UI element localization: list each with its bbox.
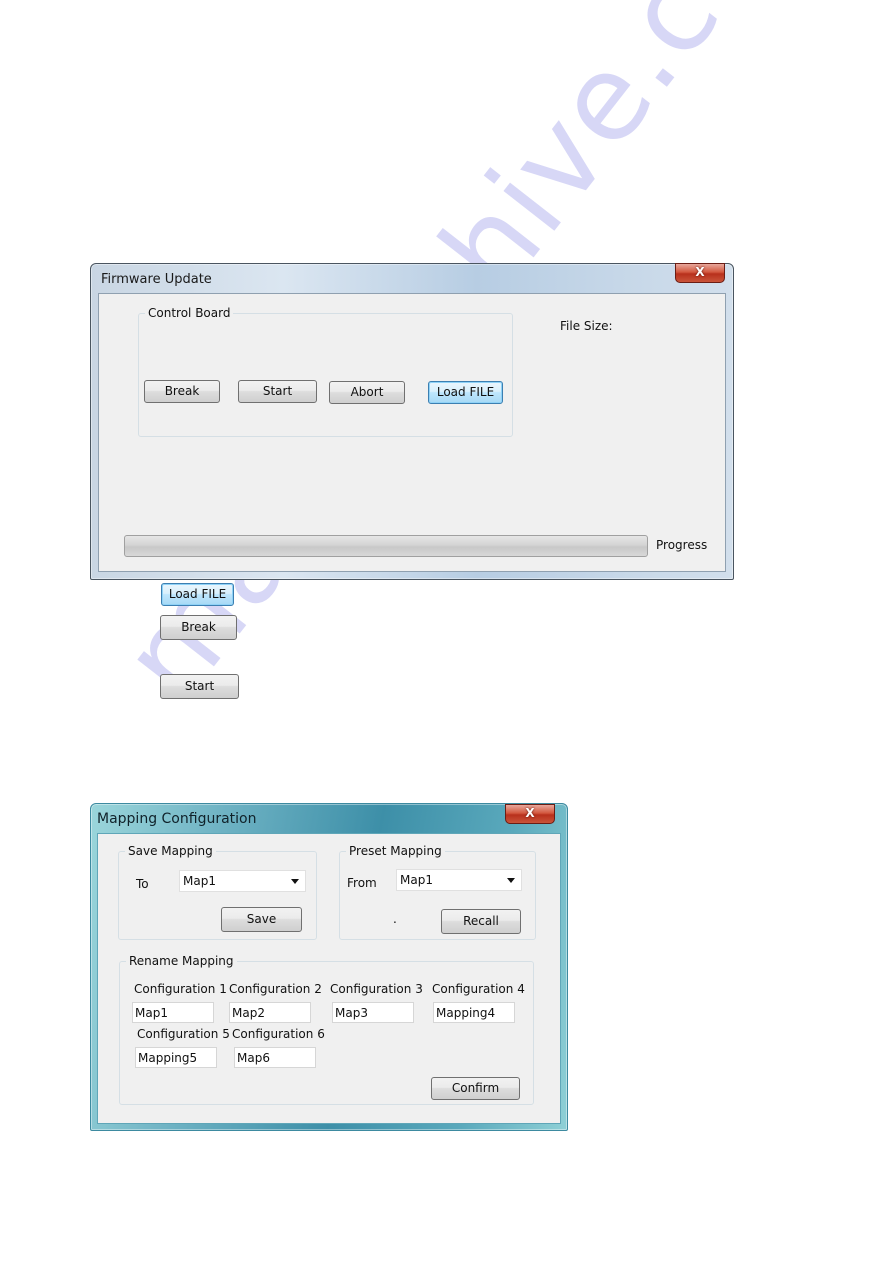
close-button[interactable]: X: [505, 804, 555, 824]
configuration-1-label: Configuration 1: [134, 982, 227, 996]
start-button[interactable]: Start: [238, 380, 317, 403]
save-to-dropdown[interactable]: Map1: [179, 870, 306, 892]
from-label: From: [347, 876, 377, 890]
selected-value: Map1: [400, 873, 433, 887]
selected-value: Map1: [183, 874, 216, 888]
control-board-group: Control Board: [138, 306, 513, 437]
chevron-down-icon: [507, 878, 515, 883]
configuration-3-label: Configuration 3: [330, 982, 423, 996]
confirm-button[interactable]: Confirm: [431, 1077, 520, 1100]
configuration-1-input[interactable]: [132, 1002, 214, 1023]
progress-bar: [124, 535, 648, 557]
window-client-area: Control Board Break Start Abort Load FIL…: [98, 293, 726, 572]
close-icon: X: [695, 265, 705, 279]
start-button-standalone[interactable]: Start: [160, 674, 239, 699]
close-button[interactable]: X: [675, 263, 725, 283]
configuration-2-label: Configuration 2: [229, 982, 322, 996]
window-title: Mapping Configuration: [97, 811, 257, 827]
save-button[interactable]: Save: [221, 907, 302, 932]
break-button-standalone[interactable]: Break: [160, 615, 237, 640]
configuration-5-input[interactable]: [135, 1047, 217, 1068]
close-icon: X: [525, 806, 535, 820]
abort-button[interactable]: Abort: [329, 381, 405, 404]
window-client-area: Save Mapping To Map1 Save Preset Mapping…: [97, 833, 561, 1124]
file-size-label: File Size:: [560, 319, 613, 333]
break-button[interactable]: Break: [144, 380, 220, 403]
preset-from-dropdown[interactable]: Map1: [396, 869, 522, 891]
progress-label: Progress: [656, 538, 708, 552]
chevron-down-icon: [291, 879, 299, 884]
window-title: Firmware Update: [101, 272, 212, 287]
configuration-6-label: Configuration 6: [232, 1027, 325, 1041]
group-label: Preset Mapping: [346, 844, 445, 858]
firmware-update-window: Firmware Update X Control Board Break St…: [90, 263, 734, 580]
configuration-3-input[interactable]: [332, 1002, 414, 1023]
status-dot-label: .: [393, 912, 397, 926]
configuration-5-label: Configuration 5: [137, 1027, 230, 1041]
configuration-4-input[interactable]: [433, 1002, 515, 1023]
load-file-button-standalone[interactable]: Load FILE: [161, 583, 234, 606]
configuration-4-label: Configuration 4: [432, 982, 525, 996]
configuration-2-input[interactable]: [229, 1002, 311, 1023]
group-label: Rename Mapping: [126, 954, 237, 968]
mapping-configuration-window: Mapping Configuration X Save Mapping To …: [90, 803, 568, 1131]
load-file-button[interactable]: Load FILE: [428, 381, 503, 404]
to-label: To: [136, 877, 149, 891]
recall-button[interactable]: Recall: [441, 909, 521, 934]
group-label: Save Mapping: [125, 844, 216, 858]
group-label: Control Board: [145, 306, 234, 320]
configuration-6-input[interactable]: [234, 1047, 316, 1068]
